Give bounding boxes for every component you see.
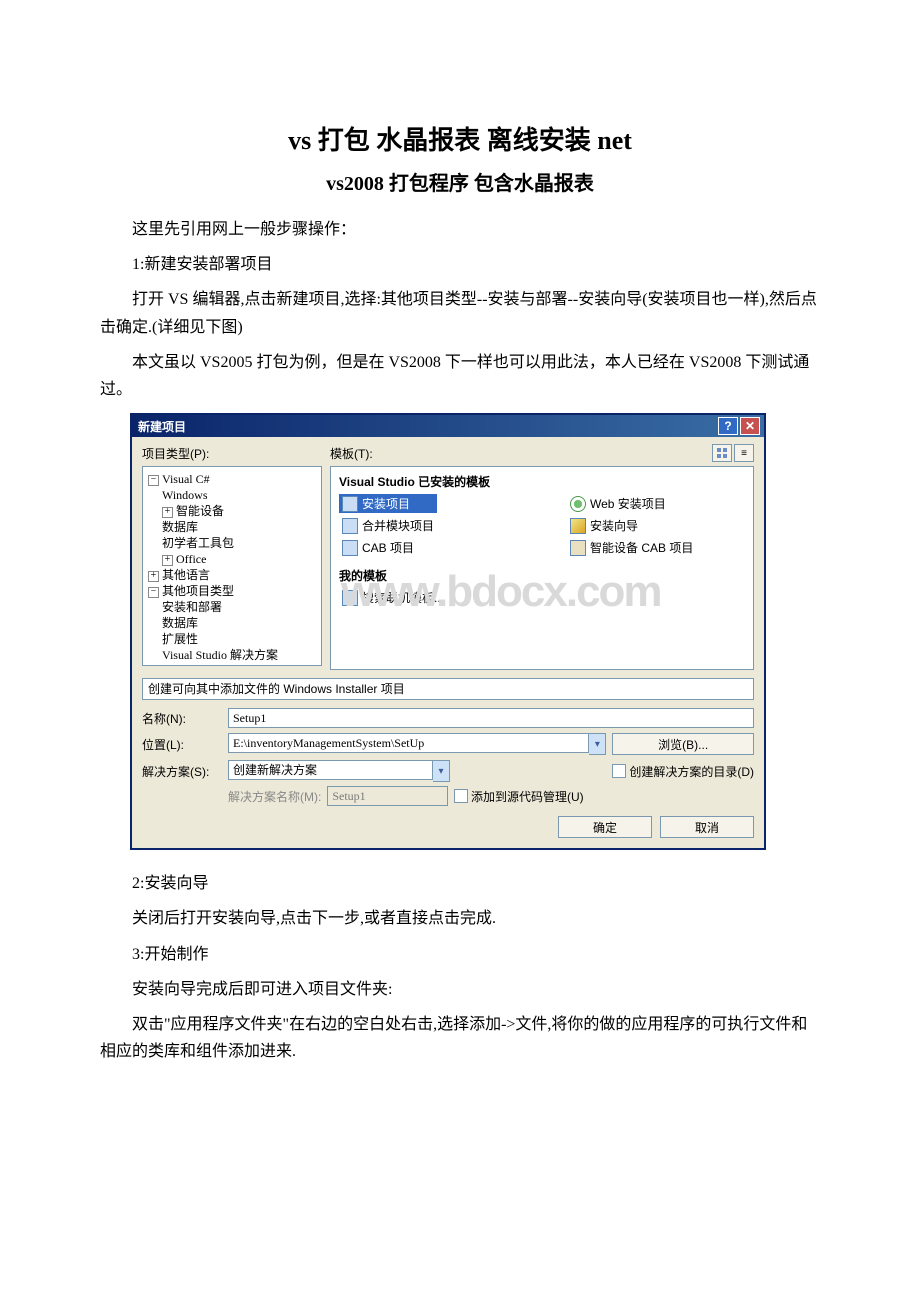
dialog-titlebar: 新建项目 ? ✕ (132, 415, 764, 437)
ok-button[interactable]: 确定 (558, 816, 652, 838)
template-web-setup[interactable]: Web 安装项目 (567, 494, 696, 513)
solution-label: 解决方案(S): (142, 763, 222, 780)
add-to-scm-checkbox[interactable]: 添加到源代码管理(U) (454, 788, 754, 805)
solution-name-label: 解决方案名称(M): (228, 788, 321, 805)
tree-item[interactable]: Visual C# (162, 472, 210, 486)
tree-item[interactable]: 初学者工具包 (162, 536, 234, 550)
create-directory-checkbox[interactable]: 创建解决方案的目录(D) (612, 763, 754, 780)
solution-dropdown-icon[interactable]: ▾ (433, 760, 450, 782)
tree-expander-icon[interactable]: + (148, 571, 159, 582)
template-search-online[interactable]: 搜索联机模板... (339, 588, 745, 607)
tree-expander-icon[interactable]: − (148, 587, 159, 598)
tree-item[interactable]: Office (176, 552, 206, 566)
device-icon (570, 540, 586, 556)
body-text: 3:开始制作 (100, 941, 820, 968)
checkbox-icon (612, 764, 626, 778)
tree-item[interactable]: 数据库 (162, 616, 198, 630)
tree-expander-icon[interactable]: + (162, 555, 173, 566)
solution-name-input: Setup1 (327, 786, 448, 806)
template-smart-cab[interactable]: 智能设备 CAB 项目 (567, 538, 696, 557)
close-button[interactable]: ✕ (740, 417, 760, 435)
name-label: 名称(N): (142, 710, 222, 727)
small-icons-button[interactable]: ≡ (734, 444, 754, 462)
tree-item[interactable]: 其他语言 (162, 568, 210, 582)
cancel-button[interactable]: 取消 (660, 816, 754, 838)
tree-item[interactable]: Windows (162, 488, 208, 502)
location-dropdown-icon[interactable]: ▾ (589, 733, 606, 755)
search-icon (342, 590, 358, 606)
tree-item[interactable]: 安装和部署 (162, 600, 222, 614)
solution-select[interactable]: 创建新解决方案 (228, 760, 433, 780)
installer-icon (342, 540, 358, 556)
body-text: 关闭后打开安装向导,点击下一步,或者直接点击完成. (100, 905, 820, 932)
tree-expander-icon[interactable]: − (148, 475, 159, 486)
name-input[interactable]: Setup1 (228, 708, 754, 728)
location-label: 位置(L): (142, 736, 222, 753)
project-types-tree[interactable]: −Visual C# Windows +智能设备 数据库 初学者工具包 +Off… (142, 466, 322, 666)
installer-icon (342, 518, 358, 534)
body-text: 2:安装向导 (100, 870, 820, 897)
tree-item[interactable]: 其他项目类型 (162, 584, 234, 598)
large-icons-button[interactable] (712, 444, 732, 462)
tree-item[interactable]: 智能设备 (176, 504, 224, 518)
new-project-dialog: 新建项目 ? ✕ 项目类型(P): −Visual C# (130, 413, 766, 850)
checkbox-icon (454, 789, 468, 803)
body-text: 双击"应用程序文件夹"在右边的空白处右击,选择添加->文件,将你的做的应用程序的… (100, 1011, 820, 1065)
installed-templates-header: Visual Studio 已安装的模板 (339, 473, 745, 490)
body-text: 安装向导完成后即可进入项目文件夹: (100, 976, 820, 1003)
installer-icon (342, 496, 358, 512)
tree-item[interactable]: 扩展性 (162, 632, 198, 646)
body-text: 这里先引用网上一般步骤操作： (100, 216, 820, 243)
template-description: 创建可向其中添加文件的 Windows Installer 项目 (142, 678, 754, 700)
page-subtitle: vs2008 打包程序 包含水晶报表 (100, 167, 820, 196)
tree-expander-icon[interactable]: + (162, 507, 173, 518)
templates-panel: Visual Studio 已安装的模板 安装项目 合并模块项目 CAB 项目 … (330, 466, 754, 670)
template-merge-module[interactable]: 合并模块项目 (339, 516, 437, 535)
browse-button[interactable]: 浏览(B)... (612, 733, 754, 755)
dialog-title: 新建项目 (138, 418, 716, 435)
body-text: 打开 VS 编辑器,点击新建项目,选择:其他项目类型--安装与部署--安装向导(… (100, 286, 820, 340)
page-title: vs 打包 水晶报表 离线安装 net (100, 120, 820, 157)
template-cab-project[interactable]: CAB 项目 (339, 538, 437, 557)
project-types-label: 项目类型(P): (142, 445, 209, 462)
template-setup-project[interactable]: 安装项目 (339, 494, 437, 513)
template-setup-wizard[interactable]: 安装向导 (567, 516, 696, 535)
tree-item[interactable]: Visual Studio 解决方案 (162, 648, 278, 662)
templates-label: 模板(T): (330, 445, 373, 462)
location-input[interactable]: E:\inventoryManagementSystem\SetUp (228, 733, 589, 753)
body-text: 1:新建安装部署项目 (100, 251, 820, 278)
wizard-icon (570, 518, 586, 534)
body-text: 本文虽以 VS2005 打包为例，但是在 VS2008 下一样也可以用此法，本人… (100, 349, 820, 403)
tree-item[interactable]: 数据库 (162, 520, 198, 534)
globe-icon (570, 496, 586, 512)
help-button[interactable]: ? (718, 417, 738, 435)
my-templates-header: 我的模板 (339, 567, 745, 584)
